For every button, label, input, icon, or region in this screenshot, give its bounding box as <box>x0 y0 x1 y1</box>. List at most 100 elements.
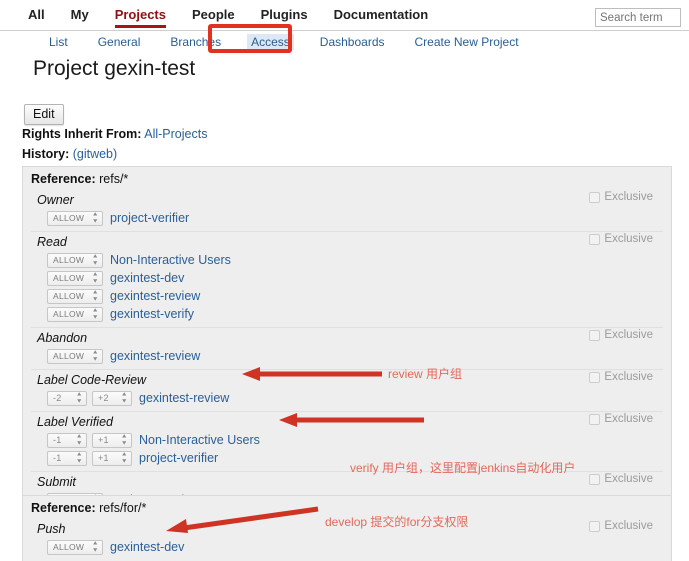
group-link[interactable]: gexintest-review <box>139 391 229 405</box>
permission-name: Label Verified <box>37 415 113 429</box>
permission-block-owner: Owner Exclusive ALLOW ▲ ▼ project-verifie… <box>31 190 663 232</box>
checkbox-icon[interactable] <box>589 371 601 383</box>
subnav-item-access[interactable]: Access <box>247 34 294 50</box>
chevron-updown-icon: ▲▼ <box>91 349 99 363</box>
checkbox-icon[interactable] <box>589 413 601 425</box>
group-link[interactable]: Non-Interactive Users <box>139 433 260 447</box>
subnav-item-create-new-project[interactable]: Create New Project <box>411 34 523 50</box>
annotation-develop-text: develop 提交的for分支权限 <box>325 515 469 529</box>
exclusive-label: Exclusive <box>604 413 653 425</box>
label-max-select[interactable]: +1 ▲ ▼ <box>92 450 132 466</box>
exclusive-label: Exclusive <box>604 520 653 532</box>
reference-value: refs/for/* <box>99 501 147 515</box>
topnav-item-my[interactable]: My <box>71 7 89 25</box>
select-value: -2 <box>53 393 62 403</box>
checkbox-icon[interactable] <box>589 191 601 203</box>
chevron-updown-icon: ▲▼ <box>91 211 99 225</box>
chevron-updown-icon: ▲▼ <box>120 433 128 447</box>
label-min-select[interactable]: -2 ▲ ▼ <box>47 390 87 406</box>
permission-name: Label Code-Review <box>37 373 147 387</box>
permission-action-select[interactable]: ALLOW ▲▼ <box>47 252 103 268</box>
permission-action-select[interactable]: ALLOW ▲▼ <box>47 210 103 226</box>
subnav-item-list[interactable]: List <box>45 34 72 50</box>
exclusive-label: Exclusive <box>604 233 653 245</box>
topnav-item-documentation[interactable]: Documentation <box>334 7 429 25</box>
gerrit-access-page: All My Projects People Plugins Documenta… <box>0 0 689 561</box>
subnav-item-general[interactable]: General <box>94 34 145 50</box>
select-value: -1 <box>53 453 62 463</box>
reference-header-refs: Reference: refs/* <box>23 167 671 190</box>
checkbox-icon[interactable] <box>589 329 601 341</box>
select-value: ALLOW <box>53 255 85 265</box>
label-max-select[interactable]: +2 ▲ ▼ <box>92 390 132 406</box>
select-value: ALLOW <box>53 291 85 301</box>
chevron-updown-icon: ▲▼ <box>91 540 99 554</box>
group-link[interactable]: project-verifier <box>110 211 189 225</box>
label-min-select[interactable]: -1 ▲ ▼ <box>47 432 87 448</box>
chevron-updown-icon: ▲▼ <box>75 391 83 405</box>
checkbox-icon[interactable] <box>589 473 601 485</box>
page-title: Project gexin-test <box>33 57 196 80</box>
select-value: +1 <box>98 435 109 445</box>
history-gitweb-link[interactable]: (gitweb) <box>73 147 117 161</box>
select-value: ALLOW <box>53 309 85 319</box>
topnav-item-all[interactable]: All <box>28 7 45 25</box>
reference-label: Reference: <box>31 172 96 186</box>
top-navigation-bar: All My Projects People Plugins Documenta… <box>0 0 689 31</box>
label-max-select[interactable]: +1 ▲ ▼ <box>92 432 132 448</box>
group-link[interactable]: project-verifier <box>139 451 218 465</box>
group-link[interactable]: gexintest-dev <box>110 540 184 554</box>
topnav-item-people[interactable]: People <box>192 7 235 25</box>
exclusive-toggle[interactable]: Exclusive <box>589 520 653 532</box>
exclusive-label: Exclusive <box>604 191 653 203</box>
permission-name: Submit <box>37 475 76 489</box>
subnav-item-dashboards[interactable]: Dashboards <box>316 34 389 50</box>
topnav-item-projects[interactable]: Projects <box>114 7 166 28</box>
permission-action-select[interactable]: ALLOW ▲▼ <box>47 288 103 304</box>
select-value: +2 <box>98 393 109 403</box>
annotation-review-text: review 用户组 <box>388 367 463 381</box>
group-link[interactable]: gexintest-dev <box>110 271 184 285</box>
rule-row: ALLOW ▲▼ gexintest-review <box>31 287 663 305</box>
permission-name: Owner <box>37 193 74 207</box>
group-link[interactable]: gexintest-review <box>110 289 200 303</box>
annotation-verify-text: verify 用户组，这里配置jenkins自动化用户 <box>350 461 576 475</box>
permission-action-select[interactable]: ALLOW ▲▼ <box>47 539 103 555</box>
group-link[interactable]: Non-Interactive Users <box>110 253 231 267</box>
reference-value: refs/* <box>99 172 129 186</box>
exclusive-toggle[interactable]: Exclusive <box>589 233 653 245</box>
rights-inherit-link[interactable]: All-Projects <box>144 127 207 141</box>
group-link[interactable]: gexintest-review <box>110 349 200 363</box>
exclusive-toggle[interactable]: Exclusive <box>589 329 653 341</box>
permission-action-select[interactable]: ALLOW ▲▼ <box>47 270 103 286</box>
chevron-updown-icon: ▲▼ <box>120 391 128 405</box>
permission-name: Read <box>37 235 67 249</box>
checkbox-icon[interactable] <box>589 233 601 245</box>
history-line: History: (gitweb) <box>22 147 117 161</box>
permission-action-select[interactable]: ALLOW ▲▼ <box>47 306 103 322</box>
exclusive-label: Exclusive <box>604 329 653 341</box>
rights-inherit-from-line: Rights Inherit From: All-Projects <box>22 127 207 141</box>
search-input[interactable] <box>595 8 681 27</box>
select-value: ALLOW <box>53 273 85 283</box>
exclusive-label: Exclusive <box>604 473 653 485</box>
exclusive-toggle[interactable]: Exclusive <box>589 191 653 203</box>
label-min-select[interactable]: -1 ▲ ▼ <box>47 450 87 466</box>
select-value: -1 <box>53 435 62 445</box>
exclusive-toggle[interactable]: Exclusive <box>589 371 653 383</box>
edit-button[interactable]: Edit <box>24 104 64 125</box>
permission-name: Abandon <box>37 331 88 345</box>
reference-label: Reference: <box>31 501 96 515</box>
subnav-item-branches[interactable]: Branches <box>166 34 225 50</box>
rule-row: ALLOW ▲▼ gexintest-review <box>31 347 663 365</box>
chevron-updown-icon: ▲▼ <box>75 451 83 465</box>
exclusive-toggle[interactable]: Exclusive <box>589 413 653 425</box>
exclusive-toggle[interactable]: Exclusive <box>589 473 653 485</box>
rule-row: ALLOW ▲ ▼ Non-Interactive Users <box>31 251 663 269</box>
select-value: ALLOW <box>53 213 85 223</box>
project-subnavigation-items: List General Branches Access Dashboards … <box>45 34 523 50</box>
checkbox-icon[interactable] <box>589 520 601 532</box>
topnav-item-plugins[interactable]: Plugins <box>261 7 308 25</box>
permission-action-select[interactable]: ALLOW ▲▼ <box>47 348 103 364</box>
group-link[interactable]: gexintest-verify <box>110 307 194 321</box>
